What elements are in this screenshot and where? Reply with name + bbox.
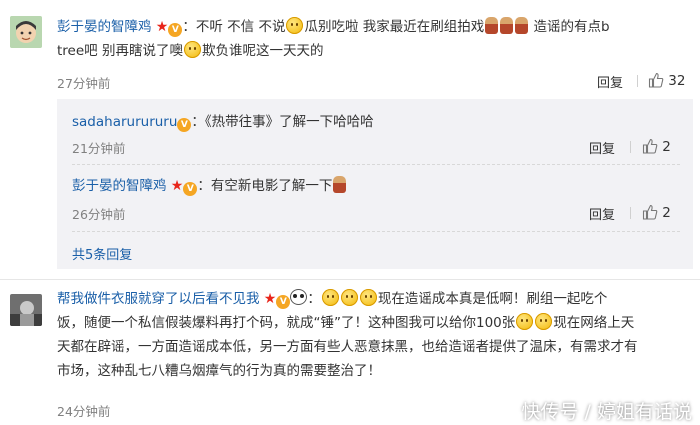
- comment-text: 天都在辟谣，一方面造谣成本低，另一方面有些人恶意抹黑，也给造谣者提供了温床，有需…: [57, 339, 638, 355]
- smile-emoji-icon: [340, 289, 358, 306]
- panda-icon: [290, 289, 308, 305]
- comment-separator: ：: [307, 291, 321, 307]
- reply-username[interactable]: sadaharurururu: [72, 114, 177, 130]
- avatar-image: [10, 294, 42, 326]
- star-icon: ★: [155, 19, 169, 35]
- reply-divider: [72, 231, 680, 232]
- avatar[interactable]: [10, 16, 42, 48]
- watermark: 快传号 / 婷姐有话说: [521, 401, 692, 423]
- avatar[interactable]: [10, 294, 42, 326]
- reply-separator: ：: [191, 114, 205, 130]
- smile-emoji-icon: [535, 313, 553, 330]
- comment-text: 造谣的有点b: [533, 19, 610, 35]
- verified-badge-icon: V: [183, 182, 198, 196]
- avatar-image: [10, 16, 42, 48]
- verified-badge-icon: V: [177, 118, 192, 132]
- reply-time: 26分钟前: [72, 207, 126, 222]
- smile-emoji-icon: [183, 41, 201, 58]
- reply-text: 《热带往事》了解一下哈哈哈: [204, 114, 374, 130]
- comment-text: 现在网络上天: [553, 315, 635, 331]
- comment-text: tree吧 别再瞎说了噢: [57, 43, 183, 59]
- laugh-emoji-icon: [286, 17, 304, 34]
- doll-emoji-icon: [333, 176, 347, 193]
- reply-text: 有空新电影了解一下: [210, 178, 333, 194]
- comment-text: 不听 不信 不说: [195, 19, 286, 35]
- thumbs-up-icon: [642, 204, 658, 220]
- doll-emoji-icon: [500, 17, 514, 34]
- divider: [630, 141, 631, 153]
- like-button[interactable]: 32: [648, 72, 685, 89]
- reply-username[interactable]: 彭于晏的智障鸡: [72, 178, 167, 194]
- smile-emoji-icon: [516, 313, 534, 330]
- comment-text: 现在造谣成本真是低啊！刷组一起吃个: [377, 291, 608, 307]
- more-replies-link[interactable]: 共5条回复: [72, 244, 132, 263]
- star-icon: ★: [263, 291, 277, 307]
- like-button[interactable]: 2: [642, 204, 671, 221]
- comment-time: 24分钟前: [57, 404, 111, 419]
- comment-body: 彭于晏的智障鸡 ★ V ：不听 不信 不说 瓜别吃啦 我家最近在刷组拍戏 造谣的有点b…: [57, 15, 682, 63]
- reply-time: 21分钟前: [72, 141, 126, 156]
- comment-username[interactable]: 彭于晏的智障鸡: [57, 19, 152, 35]
- verified-badge-icon: V: [276, 295, 291, 309]
- reply-separator: ：: [197, 178, 211, 194]
- reply-button[interactable]: 回复: [597, 72, 623, 91]
- reply-body: 彭于晏的智障鸡 ★ V ：有空新电影了解一下: [72, 174, 347, 198]
- thumbs-up-icon: [642, 138, 658, 154]
- like-count: 2: [662, 205, 671, 221]
- comment-text: 欺负谁呢这一天天的: [201, 43, 324, 59]
- like-count: 2: [662, 139, 671, 155]
- comment-text: 市场，这种乱七八糟乌烟瘴气的行为真的需要整治了！: [57, 363, 381, 379]
- star-icon: ★: [170, 178, 184, 194]
- reply-button[interactable]: 回复: [589, 138, 615, 157]
- divider: [637, 75, 638, 87]
- comment-divider: [0, 279, 700, 280]
- reply-divider: [72, 164, 680, 165]
- reply-button[interactable]: 回复: [589, 204, 615, 223]
- comment-body: 帮我做件衣服就穿了以后看不见我 ★ V ： 现在造谣成本真是低啊！刷组一起吃个 饭，随…: [57, 287, 682, 383]
- thumbs-up-icon: [648, 72, 664, 88]
- comment-text: 饭，随便一个私信假装爆料再打个码，就成“锤”了！这种图我可以给你100张: [57, 315, 516, 331]
- comment-text: 瓜别吃啦 我家最近在刷组拍戏: [304, 19, 485, 35]
- comment-username[interactable]: 帮我做件衣服就穿了以后看不见我: [57, 291, 260, 307]
- like-button[interactable]: 2: [642, 138, 671, 155]
- like-count: 32: [668, 73, 686, 89]
- smile-emoji-icon: [321, 289, 339, 306]
- smile-emoji-icon: [359, 289, 377, 306]
- reply-body: sadaharurururu V ：《热带往事》了解一下哈哈哈: [72, 110, 374, 134]
- comment-separator: ：: [182, 19, 196, 35]
- doll-emoji-icon: [485, 17, 499, 34]
- divider: [630, 207, 631, 219]
- comment-time: 27分钟前: [57, 76, 111, 91]
- verified-badge-icon: V: [168, 23, 183, 37]
- doll-emoji-icon: [515, 17, 529, 34]
